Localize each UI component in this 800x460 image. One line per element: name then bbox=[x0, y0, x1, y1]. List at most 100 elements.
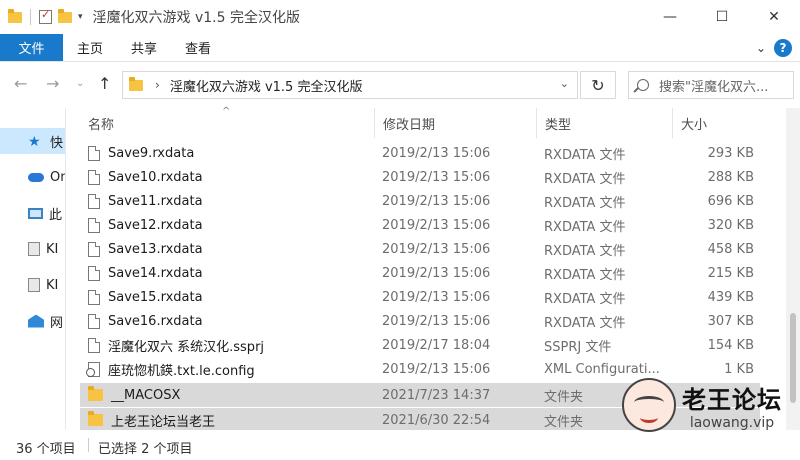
file-row[interactable]: Save10.rxdata 2019/2/13 15:06 RXDATA 文件 … bbox=[80, 165, 760, 189]
file-size: 293 KB bbox=[707, 145, 754, 161]
file-size: 215 KB bbox=[707, 265, 754, 281]
watermark-url: laowang.vip bbox=[689, 414, 775, 431]
file-size: 696 KB bbox=[707, 193, 754, 209]
file-date: 2019/2/13 15:06 bbox=[382, 193, 491, 209]
file-size: 154 KB bbox=[707, 337, 754, 353]
star-icon: ★ bbox=[28, 134, 41, 150]
new-folder-icon[interactable] bbox=[58, 8, 72, 23]
nav-item-quick-access[interactable]: ★ 快 bbox=[0, 128, 65, 154]
column-header-name[interactable]: 名称 bbox=[80, 108, 374, 138]
file-type: SSPRJ 文件 bbox=[544, 339, 612, 355]
nav-item-label: 此 bbox=[49, 207, 63, 223]
document-icon bbox=[88, 193, 100, 209]
file-date: 2019/2/13 15:06 bbox=[382, 169, 491, 185]
nav-item-network[interactable]: 网 bbox=[0, 308, 65, 334]
tab-home[interactable]: 主页 bbox=[63, 34, 117, 61]
up-arrow-icon[interactable]: ↑ bbox=[98, 74, 111, 93]
file-name: Save15.rxdata bbox=[108, 289, 203, 305]
ribbon-tabs: 文件 主页 共享 查看 ⌄ ? bbox=[0, 34, 800, 62]
file-name: Save16.rxdata bbox=[108, 313, 203, 329]
file-name: Save10.rxdata bbox=[108, 169, 203, 185]
minimize-button[interactable]: — bbox=[644, 0, 696, 34]
file-type: RXDATA 文件 bbox=[544, 291, 626, 307]
file-date: 2019/2/13 15:06 bbox=[382, 241, 491, 257]
tab-view[interactable]: 查看 bbox=[171, 34, 225, 61]
drive-icon bbox=[28, 242, 40, 256]
nav-item-this-pc[interactable]: 此 bbox=[0, 200, 65, 226]
file-name: 上老王论坛当老王 bbox=[111, 414, 216, 430]
document-icon bbox=[88, 313, 100, 329]
nav-item-onedrive[interactable]: On bbox=[0, 164, 65, 190]
help-icon[interactable]: ? bbox=[774, 38, 792, 57]
file-name: Save14.rxdata bbox=[108, 265, 203, 281]
customize-toolbar-icon[interactable]: ▾ bbox=[78, 12, 83, 22]
file-name: 淫魔化双六 系统汉化.ssprj bbox=[108, 339, 265, 355]
window-title: 淫魔化双六游戏 v1.5 完全汉化版 bbox=[92, 10, 300, 26]
nav-item-drive-1[interactable]: KI bbox=[0, 236, 65, 262]
close-button[interactable]: ✕ bbox=[748, 0, 800, 34]
properties-icon[interactable] bbox=[39, 8, 52, 24]
navigation-pane: ★ 快 On 此 KI KI 网 bbox=[0, 108, 66, 430]
recent-locations-icon[interactable]: ⌄ bbox=[76, 78, 84, 89]
file-row[interactable]: Save13.rxdata 2019/2/13 15:06 RXDATA 文件 … bbox=[80, 237, 760, 261]
file-size: 320 KB bbox=[707, 217, 754, 233]
address-bar[interactable]: › 淫魔化双六游戏 v1.5 完全汉化版 ⌄ bbox=[122, 71, 578, 99]
folder-icon bbox=[88, 411, 103, 426]
file-type: RXDATA 文件 bbox=[544, 195, 626, 211]
nav-item-label: KI bbox=[46, 277, 59, 293]
status-bar: 36 个项目 已选择 2 个项目 bbox=[0, 430, 800, 460]
document-icon bbox=[88, 145, 100, 161]
selection-count: 已选择 2 个项目 bbox=[98, 442, 193, 457]
file-row[interactable]: Save16.rxdata 2019/2/13 15:06 RXDATA 文件 … bbox=[80, 309, 760, 333]
file-date: 2021/6/30 22:54 bbox=[382, 412, 491, 428]
tab-share[interactable]: 共享 bbox=[117, 34, 171, 61]
file-row[interactable]: Save15.rxdata 2019/2/13 15:06 RXDATA 文件 … bbox=[80, 285, 760, 309]
breadcrumb-chevron-icon[interactable]: › bbox=[155, 78, 160, 92]
config-file-icon bbox=[86, 361, 100, 377]
back-arrow-icon[interactable]: ← bbox=[14, 74, 27, 93]
navigation-bar: ← → ⌄ ↑ › 淫魔化双六游戏 v1.5 完全汉化版 ⌄ ↻ 搜索"淫魔化双… bbox=[0, 62, 800, 108]
search-input[interactable]: 搜索"淫魔化双六... bbox=[628, 71, 794, 99]
forward-arrow-icon[interactable]: → bbox=[46, 74, 59, 93]
file-row[interactable]: Save11.rxdata 2019/2/13 15:06 RXDATA 文件 … bbox=[80, 189, 760, 213]
title-bar: ▾ 淫魔化双六游戏 v1.5 完全汉化版 — ☐ ✕ bbox=[0, 0, 800, 34]
file-name: 座珫惚机鍈.txt.le.config bbox=[108, 363, 255, 379]
file-date: 2019/2/13 15:06 bbox=[382, 265, 491, 281]
address-dropdown-icon[interactable]: ⌄ bbox=[560, 77, 569, 90]
file-date: 2019/2/13 15:06 bbox=[382, 289, 491, 305]
file-name: Save12.rxdata bbox=[108, 217, 203, 233]
search-placeholder: 搜索"淫魔化双六... bbox=[659, 79, 769, 95]
file-type: RXDATA 文件 bbox=[544, 243, 626, 259]
folder-icon bbox=[88, 386, 103, 401]
column-header-date[interactable]: 修改日期 bbox=[374, 108, 536, 138]
refresh-icon: ↻ bbox=[591, 75, 605, 95]
file-date: 2019/2/17 18:04 bbox=[382, 337, 491, 353]
watermark-logo: 老王论坛 laowang.vip bbox=[622, 376, 800, 434]
file-date: 2019/2/13 15:06 bbox=[382, 361, 491, 377]
nav-item-drive-2[interactable]: KI bbox=[0, 272, 65, 298]
breadcrumb[interactable]: 淫魔化双六游戏 v1.5 完全汉化版 bbox=[170, 76, 363, 95]
file-name: __MACOSX bbox=[111, 387, 181, 403]
document-icon bbox=[88, 169, 100, 185]
nav-item-label: 快 bbox=[50, 135, 64, 151]
tab-file[interactable]: 文件 bbox=[0, 34, 63, 61]
file-date: 2019/2/13 15:06 bbox=[382, 217, 491, 233]
nav-item-label: KI bbox=[46, 241, 59, 257]
maximize-button[interactable]: ☐ bbox=[696, 0, 748, 34]
file-row[interactable]: Save12.rxdata 2019/2/13 15:06 RXDATA 文件 … bbox=[80, 213, 760, 237]
watermark-title: 老王论坛 bbox=[682, 385, 782, 414]
file-date: 2019/2/13 15:06 bbox=[382, 145, 491, 161]
column-header-size[interactable]: 大小 bbox=[672, 108, 766, 138]
file-row[interactable]: Save9.rxdata 2019/2/13 15:06 RXDATA 文件 2… bbox=[80, 141, 760, 165]
file-row[interactable]: Save14.rxdata 2019/2/13 15:06 RXDATA 文件 … bbox=[80, 261, 760, 285]
file-size: 288 KB bbox=[707, 169, 754, 185]
expand-ribbon-icon[interactable]: ⌄ bbox=[756, 41, 766, 55]
document-icon bbox=[88, 289, 100, 305]
column-header-type[interactable]: 类型 bbox=[536, 108, 672, 138]
file-row[interactable]: 淫魔化双六 系统汉化.ssprj 2019/2/17 18:04 SSPRJ 文… bbox=[80, 333, 760, 357]
refresh-button[interactable]: ↻ bbox=[580, 71, 616, 99]
cloud-icon bbox=[28, 172, 44, 182]
folder-icon bbox=[129, 76, 143, 91]
file-type: RXDATA 文件 bbox=[544, 315, 626, 331]
drive-icon bbox=[28, 278, 40, 292]
